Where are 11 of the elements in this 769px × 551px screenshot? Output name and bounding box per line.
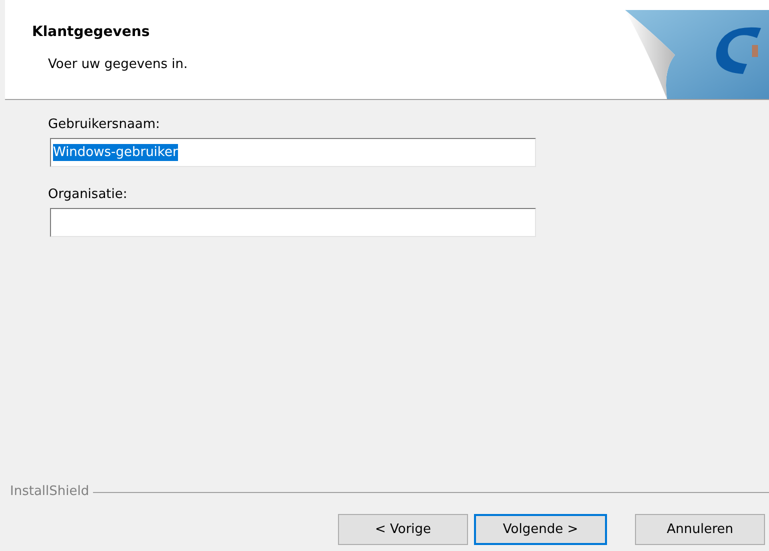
field-label: Gebruikersnaam:	[48, 117, 161, 133]
page-title: Klantgegevens	[32, 23, 151, 41]
field-label: Organisatie:	[48, 187, 128, 203]
wizard-button[interactable]: < Vorige	[338, 514, 468, 545]
input-field[interactable]	[50, 208, 536, 237]
wizard-button[interactable]: Volgende >	[474, 514, 607, 545]
logo-icon	[625, 10, 769, 99]
page-subtitle: Voer uw gegevens in.	[48, 56, 189, 74]
installer-brand: InstallShield	[10, 484, 90, 500]
input-field[interactable]: Windows-gebruiker	[50, 138, 536, 167]
wizard-button[interactable]: Annuleren	[635, 514, 765, 545]
